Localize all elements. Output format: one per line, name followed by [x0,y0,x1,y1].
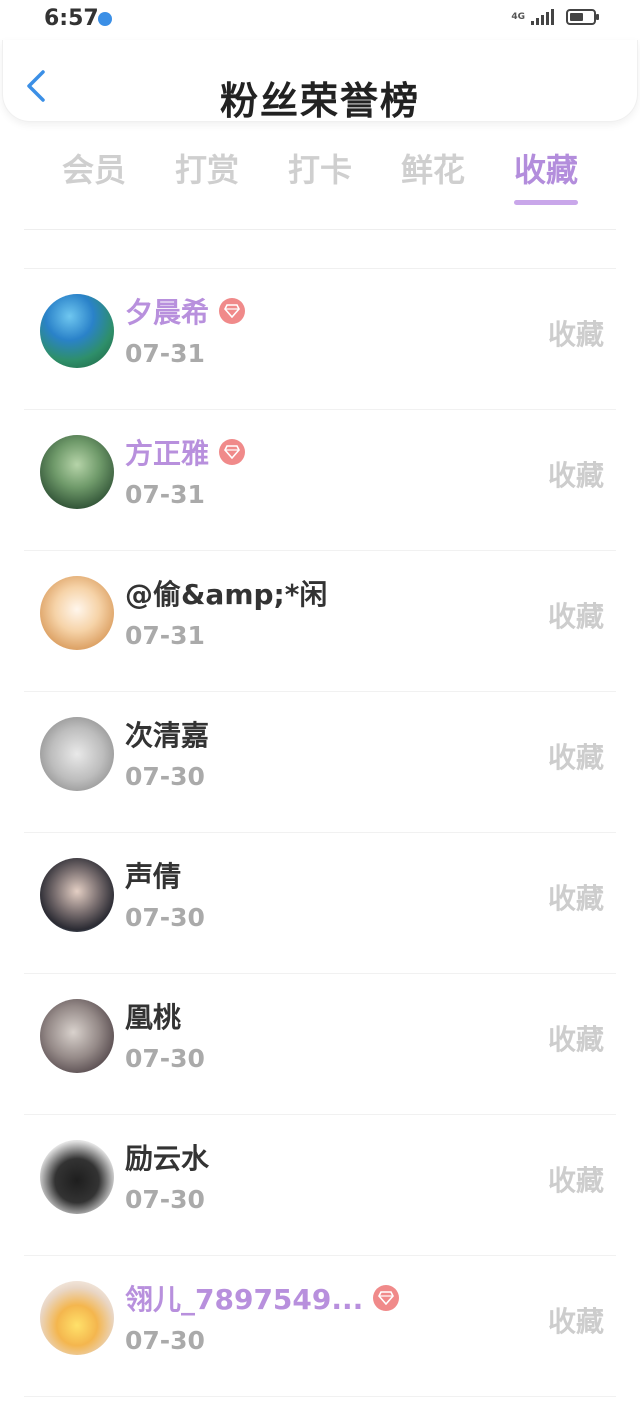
list-item[interactable]: 励云水 07-30 收藏 [24,1115,616,1256]
avatar[interactable] [40,435,114,509]
battery-icon [566,9,599,25]
fan-name: 次清嘉 [125,719,210,752]
favorite-label: 收藏 [547,882,604,915]
fan-date: 07-30 [125,903,205,932]
fan-date: 07-30 [125,1326,205,1355]
avatar[interactable] [40,1281,114,1355]
avatar[interactable] [40,999,114,1073]
fan-name: 凰桃 [125,1001,182,1034]
favorite-label: 收藏 [547,1023,604,1056]
tab-flowers[interactable]: 鲜花 [401,145,465,205]
fan-name: 声倩 [125,860,182,893]
tab-bar: 会员 打赏 打卡 鲜花 收藏 [40,145,600,211]
fan-date: 07-30 [125,1185,205,1214]
list-item[interactable]: 方正雅 07-31 收藏 [24,410,616,551]
header: 粉丝荣誉榜 [2,40,638,123]
favorite-label: 收藏 [547,459,604,492]
status-time: 6:57 [44,6,99,31]
fan-name: 方正雅 [125,437,210,470]
favorite-label: 收藏 [547,600,604,633]
avatar[interactable] [40,858,114,932]
fan-name: @偷&amp;*闲 [125,578,328,611]
avatar[interactable] [40,576,114,650]
tab-member[interactable]: 会员 [62,145,126,205]
list-item[interactable]: 夕晨希 07-31 收藏 [24,269,616,410]
status-icons: 4G [511,9,599,25]
tab-favorites[interactable]: 收藏 [513,145,578,205]
fan-date: 07-31 [125,339,205,368]
list-item[interactable]: 声倩 07-30 收藏 [24,833,616,974]
fan-date: 07-30 [125,1044,205,1073]
list-item[interactable]: 次清嘉 07-30 收藏 [24,692,616,833]
signal-icon [531,9,554,25]
diamond-badge-icon [219,298,246,324]
status-bar: 6:57 4G [0,0,640,40]
favorite-label: 收藏 [547,1305,604,1338]
fan-name: 夕晨希 [125,296,210,329]
diamond-badge-icon [373,1285,400,1311]
avatar[interactable] [40,717,114,791]
favorite-label: 收藏 [547,741,604,774]
fan-date: 07-30 [125,762,205,791]
avatar[interactable] [40,1140,114,1214]
tab-checkin[interactable]: 打卡 [288,145,352,205]
fan-name: 翎儿_7897549... [125,1283,364,1316]
fan-name: 励云水 [125,1142,210,1175]
fan-date: 07-31 [125,480,205,509]
location-icon [98,12,112,26]
list-item[interactable]: 凰桃 07-30 收藏 [24,974,616,1115]
favorite-label: 收藏 [547,318,604,351]
fan-date: 07-31 [125,621,205,650]
page-title: 粉丝荣誉榜 [219,79,420,123]
list-item[interactable]: 翎儿_7897549... 07-30 收藏 [24,1256,616,1397]
avatar[interactable] [40,294,114,368]
tab-reward[interactable]: 打赏 [175,145,239,205]
divider [24,229,616,230]
diamond-badge-icon [219,439,246,465]
fan-list: 夕晨希 07-31 收藏 方正雅 07-31 收藏 @偷&amp;*闲 07-3… [0,269,640,1397]
network-label: 4G [511,11,525,22]
list-item[interactable]: @偷&amp;*闲 07-31 收藏 [24,551,616,692]
favorite-label: 收藏 [547,1164,604,1197]
